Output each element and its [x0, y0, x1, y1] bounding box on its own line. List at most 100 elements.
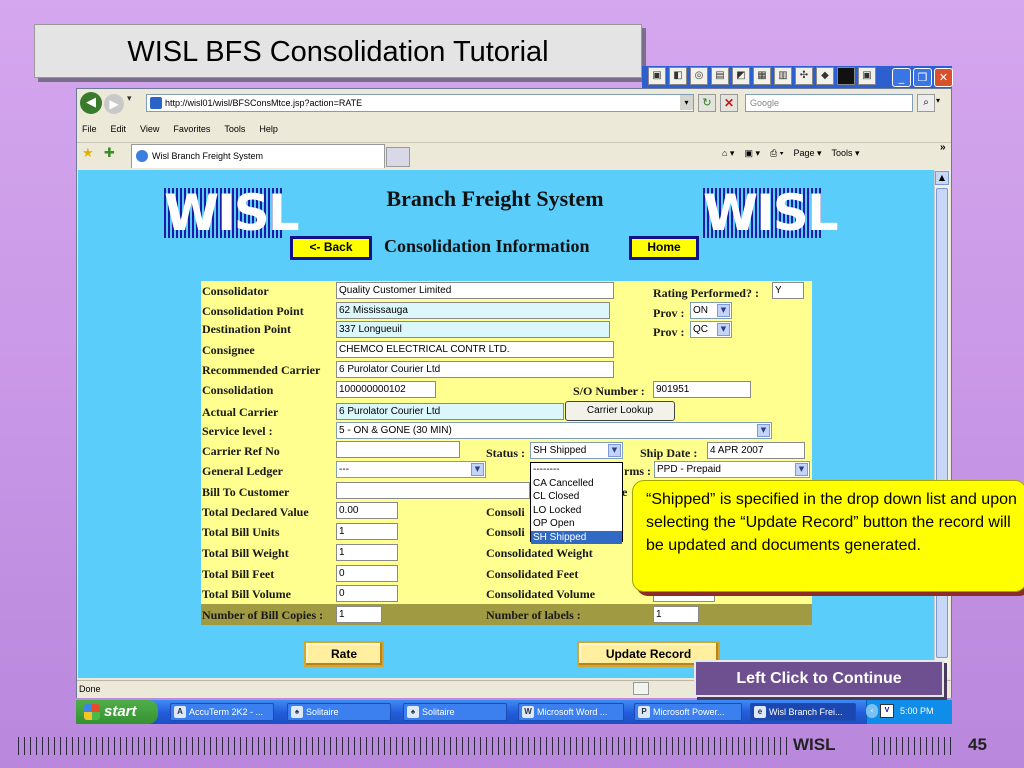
taskbar-item-solitaire-2[interactable]: ♠ Solitaire	[403, 703, 507, 721]
tools-menu[interactable]: Tools ▾	[832, 148, 860, 159]
chevron-down-icon[interactable]: ▾	[936, 96, 940, 105]
service-level-select[interactable]: 5 - ON & GONE (30 MIN) ▼	[336, 422, 772, 439]
status-option[interactable]: LO Locked	[531, 504, 622, 518]
page-icon	[150, 97, 162, 109]
total-bill-units-field[interactable]: 1	[336, 523, 398, 540]
forward-arrow-icon[interactable]: ▶	[104, 94, 124, 114]
menu-favorites[interactable]: Favorites	[173, 124, 210, 134]
back-button[interactable]: <- Back	[290, 236, 372, 260]
recommended-carrier-field[interactable]: 6 Purolator Courier Ltd	[336, 361, 614, 378]
destination-point-field[interactable]: 337 Longueuil	[336, 321, 610, 338]
bill-to-customer-field[interactable]	[336, 482, 530, 499]
menu-file[interactable]: File	[82, 124, 97, 134]
app-icon[interactable]: ▤	[711, 67, 729, 85]
consolidator-field[interactable]: Quality Customer Limited	[336, 282, 614, 299]
consolidation-point-field[interactable]: 62 Mississauga	[336, 302, 610, 319]
chevron-down-icon[interactable]: ▼	[471, 463, 484, 476]
address-bar[interactable]: http://wisl01/wisl/BFSConsMtce.jsp?actio…	[146, 94, 694, 112]
status-option[interactable]: CA Cancelled	[531, 477, 622, 491]
tab-branch-freight[interactable]: Wisl Branch Freight System	[131, 144, 385, 168]
footer-barcode	[18, 737, 788, 755]
menu-tools[interactable]: Tools	[224, 124, 245, 134]
favorites-star-icon[interactable]: ★	[82, 146, 94, 161]
carrier-lookup-button[interactable]: Carrier Lookup	[565, 401, 675, 421]
app-icon[interactable]: ◩	[732, 67, 750, 85]
more-commands-icon[interactable]: »	[940, 142, 946, 153]
restore-button[interactable]: ❐	[913, 68, 932, 87]
total-bill-weight-field[interactable]: 1	[336, 544, 398, 561]
chevron-down-icon[interactable]: ▾	[680, 95, 693, 110]
total-declared-value-field[interactable]: 0.00	[336, 502, 398, 519]
chevron-down-icon[interactable]: ▼	[717, 323, 730, 336]
app-icon[interactable]: ◆	[816, 67, 834, 85]
terms-value: PPD - Prepaid	[657, 464, 721, 475]
taskbar-item-accuterm[interactable]: A AccuTerm 2K2 - ...	[170, 703, 274, 721]
general-ledger-select[interactable]: --- ▼	[336, 461, 486, 478]
search-input[interactable]: Google	[745, 94, 913, 112]
taskbar-item-wisl-branch[interactable]: e Wisl Branch Frei...	[750, 703, 856, 721]
total-bill-feet-field[interactable]: 0	[336, 565, 398, 582]
rate-button[interactable]: Rate	[304, 641, 384, 667]
status-option[interactable]: --------	[531, 463, 622, 477]
home-button[interactable]: Home	[629, 236, 699, 260]
page-subtitle: Consolidation Information	[384, 236, 590, 256]
chevron-down-icon[interactable]: ▼	[757, 424, 770, 437]
number-of-labels-field[interactable]: 1	[653, 606, 699, 623]
app-icon[interactable]: ▦	[753, 67, 771, 85]
ship-date-field[interactable]: 4 APR 2007	[707, 442, 805, 459]
label-prov-destination: Prov :	[653, 325, 685, 339]
actual-carrier-field[interactable]: 6 Purolator Courier Ltd	[336, 403, 564, 420]
feeds-icon[interactable]: ▣ ▾	[744, 148, 760, 159]
status-option[interactable]: OP Open	[531, 517, 622, 531]
taskbar-item-word[interactable]: W Microsoft Word ...	[518, 703, 624, 721]
search-icon[interactable]: ⌕	[917, 94, 935, 112]
carrier-ref-no-field[interactable]	[336, 441, 460, 458]
close-button[interactable]: ✕	[934, 68, 953, 87]
rating-performed-field[interactable]: Y	[772, 282, 804, 299]
continue-button[interactable]: Left Click to Continue	[694, 660, 944, 697]
so-number-field[interactable]: 901951	[653, 381, 751, 398]
status-option-selected[interactable]: SH Shipped	[531, 530, 622, 544]
prov-origin-select[interactable]: ON ▼	[690, 302, 732, 319]
label-ship-date: Ship Date :	[640, 446, 698, 460]
print-icon[interactable]: ⎙ ▾	[770, 148, 783, 159]
status-dropdown-list[interactable]: -------- CA Cancelled CL Closed LO Locke…	[530, 462, 623, 544]
menu-edit[interactable]: Edit	[111, 124, 127, 134]
refresh-icon[interactable]: ↻	[698, 94, 716, 112]
tray-app-icon[interactable]: V	[880, 704, 894, 718]
status-panel-icon	[633, 682, 649, 695]
app-icon[interactable]: ▣	[858, 67, 876, 85]
menu-view[interactable]: View	[140, 124, 159, 134]
chevron-down-icon[interactable]: ▼	[717, 304, 730, 317]
app-icon[interactable]	[837, 67, 855, 85]
taskbar-item-powerpoint[interactable]: P Microsoft Power...	[634, 703, 742, 721]
status-option[interactable]: CL Closed	[531, 490, 622, 504]
app-icon[interactable]: ◧	[669, 67, 687, 85]
menu-help[interactable]: Help	[259, 124, 278, 134]
app-icon[interactable]: ▣	[648, 67, 666, 85]
add-favorite-icon[interactable]: ✚	[104, 146, 115, 161]
chevron-down-icon[interactable]: ▼	[795, 463, 808, 476]
total-bill-volume-field[interactable]: 0	[336, 585, 398, 602]
status-select[interactable]: SH Shipped ▼	[530, 442, 623, 459]
scroll-up-icon[interactable]: ▲	[935, 171, 949, 185]
app-icon[interactable]: ✣	[795, 67, 813, 85]
minimize-button[interactable]: _	[892, 68, 911, 87]
tray-expand-icon[interactable]: ‹	[866, 704, 878, 718]
app-icon[interactable]: ◎	[690, 67, 708, 85]
new-tab-button[interactable]	[386, 147, 410, 167]
stop-icon[interactable]: ✕	[720, 94, 738, 112]
home-icon[interactable]: ⌂ ▾	[722, 148, 734, 159]
app-icon[interactable]: ▥	[774, 67, 792, 85]
terms-select[interactable]: PPD - Prepaid ▼	[654, 461, 810, 478]
prov-destination-select[interactable]: QC ▼	[690, 321, 732, 338]
number-of-bill-copies-field[interactable]: 1	[336, 606, 382, 623]
back-arrow-icon[interactable]: ◀	[80, 92, 102, 114]
chevron-down-icon[interactable]: ▼	[608, 444, 621, 457]
chevron-down-icon[interactable]: ▾	[127, 94, 132, 104]
general-ledger-value: ---	[339, 464, 349, 475]
consignee-field[interactable]: CHEMCO ELECTRICAL CONTR LTD.	[336, 341, 614, 358]
taskbar-item-solitaire[interactable]: ♠ Solitaire	[287, 703, 391, 721]
consolidation-field[interactable]: 100000000102	[336, 381, 436, 398]
page-menu[interactable]: Page ▾	[793, 148, 821, 159]
